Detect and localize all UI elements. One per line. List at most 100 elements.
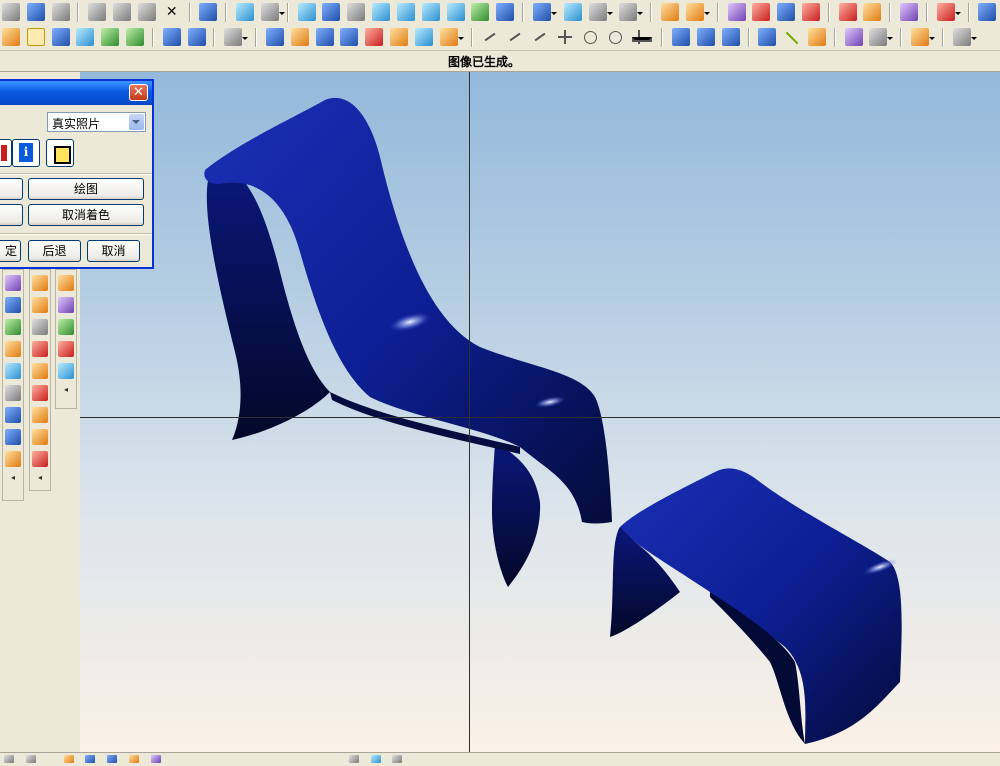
sketch-icon[interactable] (2, 28, 20, 46)
tool-paint-icon[interactable] (5, 451, 21, 467)
rib-icon[interactable] (265, 28, 284, 46)
sweep-icon[interactable] (101, 28, 120, 46)
shell-icon[interactable] (162, 28, 181, 46)
model-tree-icon[interactable] (496, 3, 515, 21)
point-icon[interactable] (556, 28, 574, 46)
tool-curve-icon[interactable] (32, 429, 48, 445)
draft-icon[interactable] (936, 3, 961, 21)
curve-icon[interactable] (531, 28, 549, 46)
undo-icon[interactable] (199, 3, 218, 21)
tool-hook-icon[interactable] (32, 363, 48, 379)
tool-stack-icon[interactable] (58, 341, 74, 357)
ruler-icon[interactable] (685, 3, 710, 21)
offset-icon[interactable] (807, 28, 826, 46)
csys-icon[interactable] (630, 28, 653, 46)
tool-copy-icon[interactable] (5, 407, 21, 423)
layer-icon[interactable] (129, 755, 140, 763)
tool-plane-icon[interactable] (5, 429, 21, 445)
boundary-icon[interactable] (439, 28, 464, 46)
tool-sweep-icon[interactable] (5, 363, 21, 379)
status-tool-icon[interactable] (348, 755, 359, 763)
surface-icon[interactable] (777, 3, 796, 21)
pattern-icon[interactable] (315, 28, 334, 46)
chevron-down-icon[interactable] (129, 114, 144, 130)
chamfer-icon[interactable] (224, 28, 249, 46)
zoom-fit-icon[interactable] (322, 3, 341, 21)
layer-icon[interactable] (752, 3, 771, 21)
wrap-icon[interactable] (952, 28, 977, 46)
draft-feature-icon[interactable] (340, 28, 359, 46)
view-cube-icon[interactable] (532, 3, 557, 21)
render-mode-select[interactable]: 真实照片 (47, 112, 146, 132)
extrude-icon[interactable] (51, 28, 70, 46)
dialog-left-button-2[interactable] (0, 204, 23, 226)
datum-axis-icon[interactable] (696, 28, 715, 46)
feature-icon[interactable] (978, 3, 997, 21)
save-icon[interactable] (26, 3, 45, 21)
blend-icon[interactable] (126, 28, 145, 46)
draw-button[interactable]: 绘图 (28, 178, 144, 200)
ok-button[interactable]: 定 (0, 240, 21, 262)
dialog-titlebar[interactable]: ✕ (0, 81, 152, 105)
uncolor-button[interactable]: 取消着色 (28, 204, 144, 226)
hidden-line-icon[interactable] (588, 3, 613, 21)
back-button[interactable]: 后退 (28, 240, 81, 262)
palette-2-scroll-icon[interactable]: ◂ (30, 473, 50, 482)
cut-icon[interactable] (88, 3, 107, 21)
revolve-icon[interactable] (76, 28, 95, 46)
filter-icon[interactable] (25, 755, 36, 763)
delete-icon[interactable]: ✕ (163, 3, 181, 21)
ottoman-model[interactable] (610, 468, 902, 744)
select-icon[interactable] (260, 3, 285, 21)
select-mode-icon[interactable] (63, 755, 74, 763)
hole-icon[interactable] (365, 28, 384, 46)
tool-corner-icon[interactable] (32, 385, 48, 401)
arc-icon[interactable] (506, 28, 524, 46)
circle-icon[interactable] (581, 28, 599, 46)
tool-page-icon[interactable] (32, 407, 48, 423)
new-file-icon[interactable] (2, 3, 20, 21)
trim-icon[interactable] (783, 28, 801, 46)
zoom-window-icon[interactable] (372, 3, 391, 21)
color-map-icon[interactable] (863, 3, 882, 21)
pan-icon[interactable] (446, 3, 465, 21)
dialog-close-button[interactable]: ✕ (129, 84, 148, 101)
cosmetic-icon[interactable] (390, 28, 409, 46)
info-button[interactable]: i (12, 139, 40, 167)
datum-plane-icon[interactable] (672, 28, 691, 46)
regenerate-icon[interactable] (236, 3, 255, 21)
rotate-icon[interactable] (421, 3, 440, 21)
snap-icon[interactable] (85, 755, 96, 763)
circle-center-icon[interactable] (606, 28, 624, 46)
tool-ball-icon[interactable] (58, 319, 74, 335)
palette-3-scroll-icon[interactable]: ◂ (56, 385, 76, 394)
color-button[interactable] (0, 139, 12, 167)
tool-roof-icon[interactable] (5, 385, 21, 401)
zoom-in-icon[interactable] (396, 3, 415, 21)
wireframe-icon[interactable] (563, 3, 582, 21)
axes-icon[interactable] (471, 3, 490, 21)
cancel-button[interactable]: 取消 (87, 240, 140, 262)
project-icon[interactable] (911, 28, 936, 46)
tool-wrench-icon[interactable] (32, 297, 48, 313)
tool-arc-icon[interactable] (32, 319, 48, 335)
tool-shape-icon[interactable] (5, 275, 21, 291)
view-icon[interactable] (4, 755, 14, 763)
hidden-line-dd-icon[interactable] (619, 3, 644, 21)
datum-curve-icon[interactable] (721, 28, 740, 46)
curvature-icon[interactable] (801, 3, 820, 21)
display-icon[interactable] (150, 755, 161, 763)
tool-solid-icon[interactable] (5, 341, 21, 357)
palette-1-scroll-icon[interactable]: ◂ (3, 473, 23, 482)
tool-cube-icon[interactable] (5, 319, 21, 335)
tool-cycle-icon[interactable] (58, 363, 74, 379)
pointer-icon[interactable] (26, 28, 45, 46)
round-icon[interactable] (187, 28, 206, 46)
hierarchy-icon[interactable] (727, 3, 746, 21)
chaise-lounge-model[interactable] (204, 97, 612, 587)
tool-gear-icon[interactable] (32, 275, 48, 291)
tool-surface-icon[interactable] (5, 297, 21, 313)
dialog-left-button-1[interactable] (0, 178, 23, 200)
copy-icon[interactable] (113, 3, 132, 21)
paste-icon[interactable] (137, 3, 156, 21)
